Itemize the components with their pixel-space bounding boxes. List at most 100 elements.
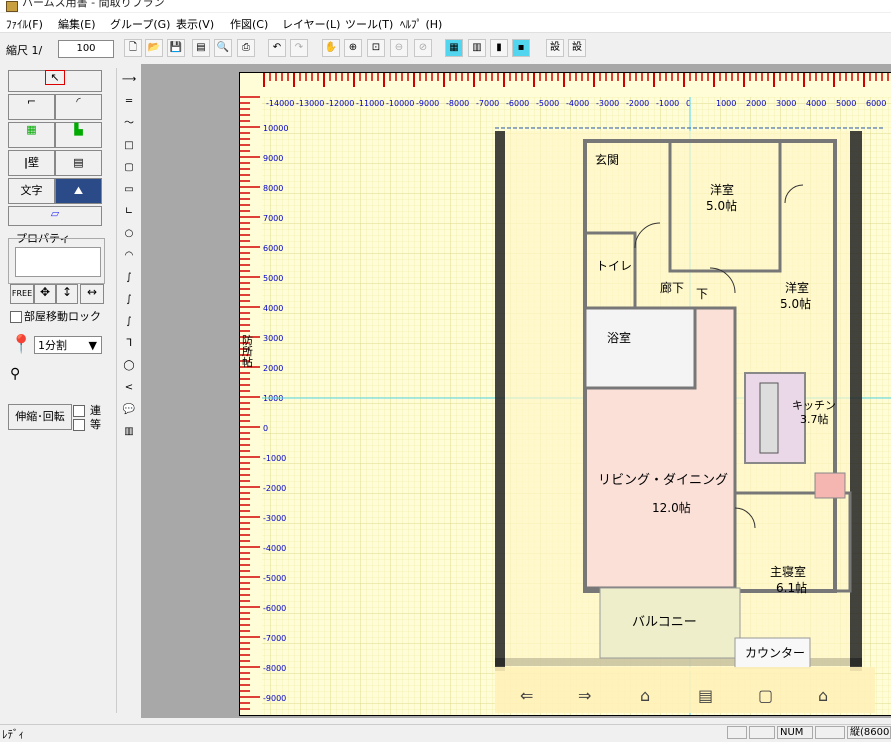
room-l-button[interactable]: ▙ xyxy=(55,122,102,148)
top-ruler-label: -2000 xyxy=(626,99,649,108)
menu-tools[interactable]: ツール(T) xyxy=(345,16,393,32)
top-ruler-label: -7000 xyxy=(476,99,499,108)
property-value[interactable] xyxy=(15,247,101,277)
spline-s-icon[interactable]: ∫ xyxy=(119,268,139,288)
furniture-button[interactable]: ▤ xyxy=(55,150,102,176)
pin-tool-icon[interactable]: 📍 xyxy=(10,334,32,356)
image-button[interactable]: ⛰ xyxy=(55,178,102,204)
redo-icon[interactable]: ↷ xyxy=(290,39,308,57)
left-ruler-label: -3000 xyxy=(263,514,286,523)
move-icon[interactable]: ✥ xyxy=(34,284,56,304)
status-ready: ﾚﾃﾞｨ xyxy=(2,728,24,741)
stairs-button[interactable]: ⌐ xyxy=(8,94,55,120)
menu-draw[interactable]: 作図(C) xyxy=(230,16,268,32)
zoom-out-icon[interactable]: ⊖ xyxy=(390,39,408,57)
stretch-rotate-button[interactable]: 伸縮･回転 xyxy=(8,404,72,430)
zoom-fit-icon[interactable]: ⊘ xyxy=(414,39,432,57)
top-ruler-label: -9000 xyxy=(416,99,439,108)
zoom-region-icon[interactable]: ⊡ xyxy=(367,39,385,57)
split-select-value: 1分割 xyxy=(38,339,67,352)
top-ruler-label: -3000 xyxy=(596,99,619,108)
left-ruler-label: 2000 xyxy=(263,364,283,373)
left-ruler-label: -9000 xyxy=(263,694,286,703)
top-ruler-label: -13000 xyxy=(296,99,324,108)
status-bar: ﾚﾃﾞｨ NUM 縦(8600 xyxy=(0,724,891,741)
settings-a-icon[interactable]: 設 xyxy=(546,39,564,57)
room-western-2: 洋室 xyxy=(785,281,810,295)
pin-edit-icon[interactable]: ⚲ xyxy=(10,366,32,388)
document-icon[interactable]: ▤ xyxy=(192,39,210,57)
corner-icon[interactable]: ∟ xyxy=(119,202,139,222)
print-icon[interactable]: ⎙ xyxy=(237,39,255,57)
settings-b-icon[interactable]: 設 xyxy=(568,39,586,57)
speech-bubble-icon[interactable]: 💬 xyxy=(119,400,139,420)
double-line-icon[interactable]: ═ xyxy=(119,92,139,112)
room-lock-checkbox[interactable] xyxy=(10,311,22,323)
fill-cyan-icon[interactable]: ▪ xyxy=(512,39,530,57)
shape-toolstrip: ⟶ ═ 〜 □ ▢ ▭ ∟ ○ ◠ ∫ ∫ ∫ ᒣ ◯ < 💬 ▥ xyxy=(116,68,142,713)
polyline-icon[interactable]: 〜 xyxy=(119,114,139,134)
zoom-in-icon[interactable]: ⊕ xyxy=(344,39,362,57)
preview-icon[interactable]: 🔍 xyxy=(214,39,232,57)
menu-view[interactable]: 表示(V) xyxy=(176,16,214,32)
status-coordinates: 縦(8600 xyxy=(847,726,891,739)
equal-checkbox[interactable] xyxy=(73,419,85,431)
spline-f-icon[interactable]: ∫ xyxy=(119,312,139,332)
menu-layer[interactable]: レイヤー(L) xyxy=(282,16,340,32)
bracket-icon[interactable]: < xyxy=(119,378,139,398)
top-ruler-label: -5000 xyxy=(536,99,559,108)
open-folder-icon[interactable]: 📂 xyxy=(145,39,163,57)
select-arrow-button[interactable]: ↖ xyxy=(8,70,102,92)
vertical-arrow-icon[interactable]: ↕ xyxy=(56,284,78,304)
circle-icon[interactable]: ○ xyxy=(119,224,139,244)
new-file-icon[interactable]: 🗋 xyxy=(124,39,142,57)
window-title: ハームス用書 - 間取りブラン xyxy=(22,0,165,9)
eraser-button[interactable]: ▱ xyxy=(8,206,102,226)
top-ruler-label: 2000 xyxy=(746,99,766,108)
rounded-rect-icon[interactable]: ▢ xyxy=(119,158,139,178)
undo-icon[interactable]: ↶ xyxy=(268,39,286,57)
door-button[interactable]: ◜ xyxy=(55,94,102,120)
split-select[interactable]: 1分割 ▼ xyxy=(34,336,102,354)
svg-text:⇐: ⇐ xyxy=(520,686,533,705)
wall-button[interactable]: |壁 xyxy=(8,150,55,176)
left-ruler-label: -7000 xyxy=(263,634,286,643)
menu-bar: ﾌｧｲﾙ(F) 編集(E) グループ(G) 表示(V) 作図(C) レイヤー(L… xyxy=(0,13,891,33)
spline-b-icon[interactable]: ∫ xyxy=(119,290,139,310)
top-ruler-label: -14000 xyxy=(266,99,294,108)
menu-help[interactable]: ﾍﾙﾌﾟ (H) xyxy=(400,16,442,32)
continuous-checkbox[interactable] xyxy=(73,405,85,417)
menu-edit[interactable]: 編集(E) xyxy=(58,16,96,32)
hand-pan-icon[interactable]: ✋ xyxy=(322,39,340,57)
grid-icon[interactable]: ▦ xyxy=(445,39,463,57)
scale-input[interactable]: 100 xyxy=(58,40,114,58)
menu-file[interactable]: ﾌｧｲﾙ(F) xyxy=(6,16,43,32)
top-ruler-label: 3000 xyxy=(776,99,796,108)
shaped-rect-icon[interactable]: ▭ xyxy=(119,180,139,200)
svg-text:⇒: ⇒ xyxy=(578,686,591,705)
left-ruler-label: -5000 xyxy=(263,574,286,583)
top-ruler-label: -10000 xyxy=(386,99,414,108)
room-lock-label: 部屋移動ロック xyxy=(24,310,101,323)
room-master-bedroom-size: 6.1帖 xyxy=(776,581,808,595)
equal-label: 等 xyxy=(90,418,101,431)
text-button[interactable]: 文字 xyxy=(8,178,55,204)
app-icon xyxy=(6,1,18,12)
left-ruler-label: -6000 xyxy=(263,604,286,613)
scale-label: 縮尺 1/ xyxy=(6,44,43,57)
line-arrow-icon[interactable]: ⟶ xyxy=(119,70,139,90)
horizontal-arrow-icon[interactable]: ↔ xyxy=(80,284,104,304)
ellipse-icon[interactable]: ◯ xyxy=(119,356,139,376)
layer-icon[interactable]: ▥ xyxy=(468,39,486,57)
left-ruler-label: 4000 xyxy=(263,304,283,313)
fill-black-icon[interactable]: ▮ xyxy=(490,39,508,57)
room-grid-button[interactable]: ▦ xyxy=(8,122,55,148)
hook-icon[interactable]: ᒣ xyxy=(119,334,139,354)
free-button[interactable]: FREE xyxy=(10,284,34,304)
rectangle-icon[interactable]: □ xyxy=(119,136,139,156)
arc-icon[interactable]: ◠ xyxy=(119,246,139,266)
drawing-canvas[interactable]: -14000 -13000 -12000 -11000 -10000 -9000 -8000… xyxy=(239,72,891,716)
menu-group[interactable]: グループ(G) xyxy=(110,16,170,32)
grid-frame-icon[interactable]: ▥ xyxy=(119,422,139,442)
save-icon[interactable]: 💾 xyxy=(167,39,185,57)
